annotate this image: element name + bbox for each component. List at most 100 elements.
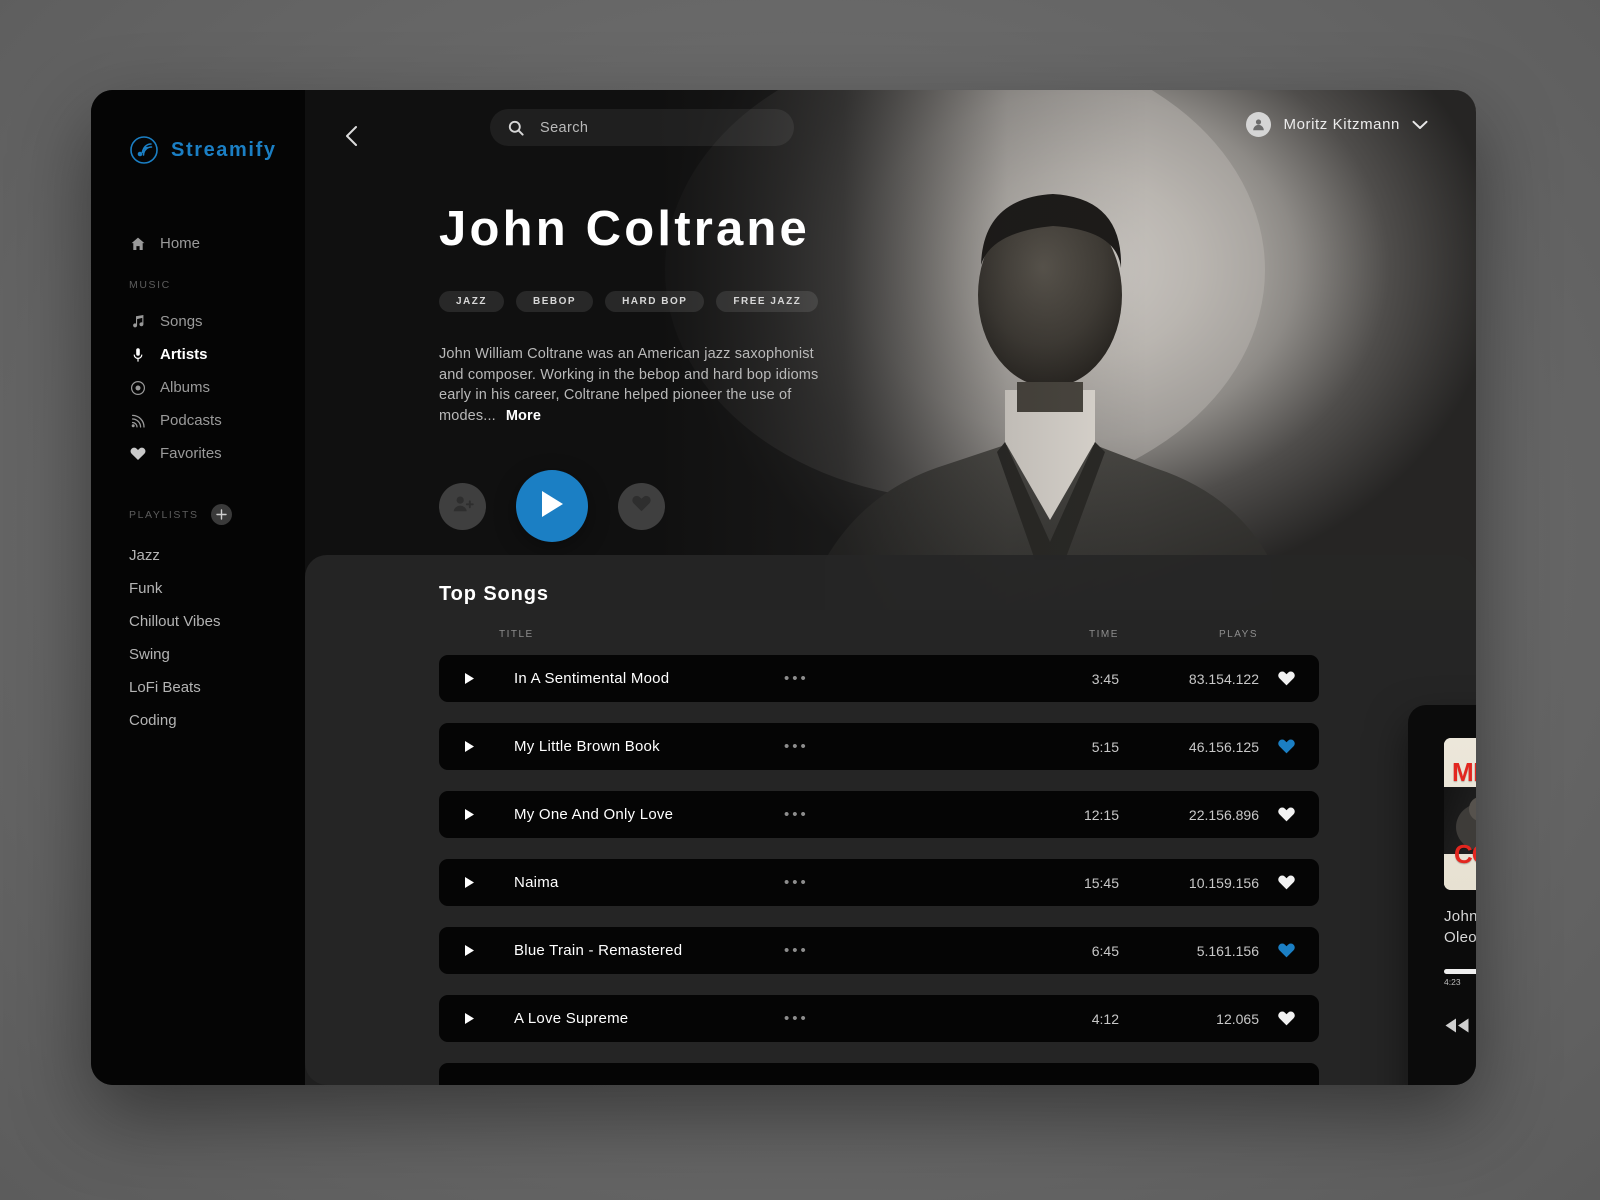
chevron-down-icon[interactable] <box>1412 120 1428 130</box>
sidebar-item-label: Artists <box>160 346 208 363</box>
row-play-icon[interactable] <box>459 740 479 753</box>
artist-block: John Coltrane JAZZ BEBOP HARD BOP FREE J… <box>439 205 1059 542</box>
more-dots-icon[interactable]: ••• <box>784 1010 809 1027</box>
playlists-header: PLAYLISTS <box>91 504 305 525</box>
more-dots-icon[interactable]: ••• <box>784 874 809 891</box>
heart-icon[interactable] <box>1278 1011 1295 1026</box>
play-artist-button[interactable] <box>516 470 588 542</box>
transport-controls <box>1444 999 1476 1052</box>
table-row[interactable]: Naima ••• 15:45 10.159.156 <box>439 859 1319 906</box>
artist-bio: John William Coltrane was an American ja… <box>439 344 839 426</box>
podcast-icon <box>129 412 146 429</box>
playlists-label: PLAYLISTS <box>129 508 199 521</box>
user-name: Moritz Kitzmann <box>1283 116 1400 133</box>
sidebar-item-albums[interactable]: Albums <box>91 371 305 404</box>
sidebar-item-label: Songs <box>160 313 203 330</box>
more-dots-icon[interactable]: ••• <box>784 942 809 959</box>
row-play-icon[interactable] <box>459 808 479 821</box>
row-play-icon[interactable] <box>459 876 479 889</box>
genre-tags: JAZZ BEBOP HARD BOP FREE JAZZ <box>439 291 1059 312</box>
song-time: 6:45 <box>1091 942 1119 959</box>
back-button[interactable] <box>338 125 364 151</box>
column-header-time: TIME <box>1089 629 1119 640</box>
sidebar-item-label: Favorites <box>160 445 222 462</box>
genre-tag[interactable]: FREE JAZZ <box>716 291 819 312</box>
section-title: Top Songs <box>439 583 549 605</box>
search-bar[interactable] <box>490 109 794 146</box>
table-row[interactable]: A Love Supreme ••• 4:12 12.065 <box>439 995 1319 1042</box>
column-header-plays: PLAYS <box>1219 629 1258 640</box>
playlist-item[interactable]: Swing <box>91 638 305 671</box>
page-title: John Coltrane <box>439 202 811 256</box>
progress-slider[interactable] <box>1444 969 1476 974</box>
bio-more-link[interactable]: More <box>506 408 541 424</box>
follow-button[interactable] <box>439 482 486 530</box>
brand[interactable]: Streamify <box>91 90 305 165</box>
sidebar-item-songs[interactable]: Songs <box>91 305 305 338</box>
favorite-artist-button[interactable] <box>618 482 665 530</box>
heart-icon[interactable] <box>1278 739 1295 754</box>
heart-icon[interactable] <box>1278 671 1295 686</box>
heart-icon[interactable] <box>1278 875 1295 890</box>
nav-music-section: MUSIC Songs Artists Albums Podcasts Favo… <box>91 279 305 470</box>
song-time: 5:15 <box>1091 738 1119 755</box>
playlist-item[interactable]: Funk <box>91 572 305 605</box>
more-dots-icon[interactable]: ••• <box>784 738 809 755</box>
row-play-icon[interactable] <box>459 944 479 957</box>
song-title: Naima <box>514 874 559 891</box>
album-art-line5: COLTRANE <box>1454 839 1476 870</box>
song-title: My Little Brown Book <box>514 738 660 755</box>
brand-name: Streamify <box>171 138 277 161</box>
row-play-icon[interactable] <box>459 672 479 685</box>
playlist-item[interactable]: Chillout Vibes <box>91 605 305 638</box>
sidebar-item-home[interactable]: Home <box>91 227 305 260</box>
genre-tag[interactable]: HARD BOP <box>605 291 705 312</box>
album-art[interactable]: Music: JohnOrig: 1960 Bar 5 - 31/41960 T… <box>1444 738 1476 890</box>
signal-wave-icon <box>129 135 159 165</box>
heart-icon[interactable] <box>1278 807 1295 822</box>
chevron-left-icon <box>344 125 359 152</box>
disc-icon <box>129 379 146 396</box>
search-input[interactable] <box>540 119 750 136</box>
plus-icon[interactable] <box>210 504 232 525</box>
table-row[interactable]: In A Sentimental Mood ••• 3:45 83.154.12… <box>439 655 1319 702</box>
sidebar-item-artists[interactable]: Artists <box>91 338 305 371</box>
playlist-item[interactable]: LoFi Beats <box>91 671 305 704</box>
playlist-item[interactable]: Jazz <box>91 539 305 572</box>
rewind-icon[interactable] <box>1444 1017 1470 1034</box>
column-header-title: TITLE <box>499 629 534 640</box>
genre-tag[interactable]: BEBOP <box>516 291 594 312</box>
sidebar-item-label: Home <box>160 235 201 252</box>
more-dots-icon[interactable]: ••• <box>784 806 809 823</box>
play-icon <box>539 489 565 524</box>
sidebar-item-favorites[interactable]: Favorites <box>91 437 305 470</box>
nav-primary: Home <box>91 227 305 260</box>
row-play-icon[interactable] <box>459 1012 479 1025</box>
elapsed-time: 4:23 <box>1444 977 1461 987</box>
table-row-partial[interactable] <box>439 1063 1319 1085</box>
user-menu[interactable]: Moritz Kitzmann <box>1246 112 1428 137</box>
table-row[interactable]: My One And Only Love ••• 12:15 22.156.89… <box>439 791 1319 838</box>
song-plays: 22.156.896 <box>1188 806 1259 823</box>
nav-section-label-music: MUSIC <box>129 279 171 291</box>
playlist-label: Chillout Vibes <box>129 613 221 630</box>
heart-icon[interactable] <box>1278 943 1295 958</box>
table-row[interactable]: Blue Train - Remastered ••• 6:45 5.161.1… <box>439 927 1319 974</box>
top-songs-panel: Top Songs TITLE TIME PLAYS In A Sentimen… <box>305 555 1476 1085</box>
song-time: 4:12 <box>1091 1010 1119 1027</box>
playlist-label: Funk <box>129 580 163 597</box>
playlist-label: Swing <box>129 646 170 663</box>
playlist-item[interactable]: Coding <box>91 704 305 737</box>
song-plays: 12.065 <box>1216 1010 1259 1027</box>
song-plays: 83.154.122 <box>1188 670 1259 687</box>
playlist-label: LoFi Beats <box>129 679 201 696</box>
song-time: 3:45 <box>1091 670 1119 687</box>
playlist-label: Jazz <box>129 547 160 564</box>
user-avatar-icon <box>1246 112 1272 137</box>
genre-tag[interactable]: JAZZ <box>439 291 504 312</box>
more-dots-icon[interactable]: ••• <box>784 670 809 687</box>
song-plays: 10.159.156 <box>1188 874 1259 891</box>
table-row[interactable]: My Little Brown Book ••• 5:15 46.156.125 <box>439 723 1319 770</box>
sidebar-item-podcasts[interactable]: Podcasts <box>91 404 305 437</box>
main-content: Moritz Kitzmann John Coltrane JAZZ BEBOP… <box>305 90 1476 1085</box>
